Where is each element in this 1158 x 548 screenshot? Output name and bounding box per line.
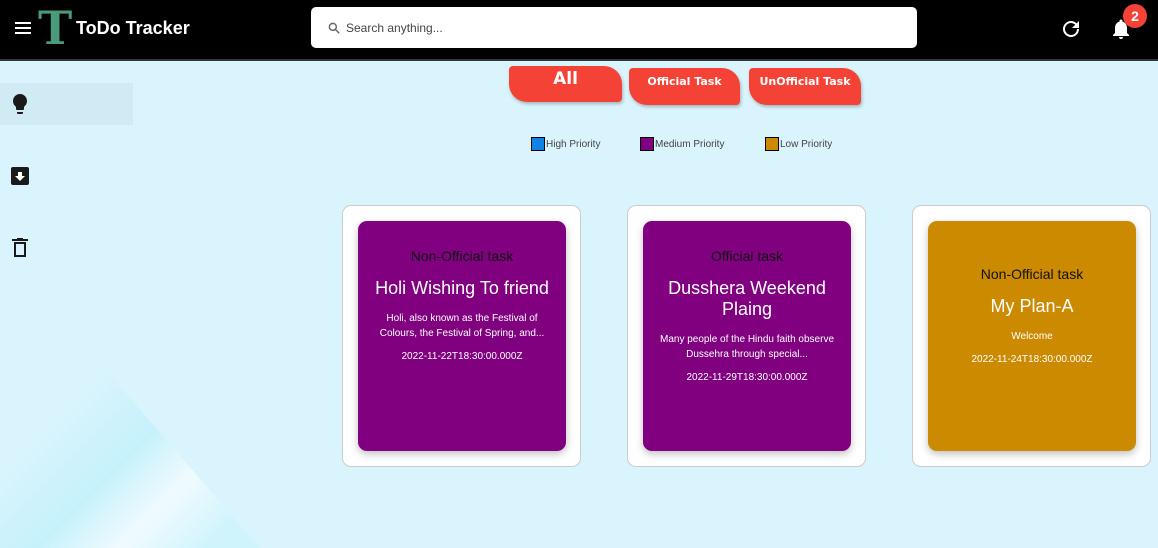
legend-medium-priority: Medium Priority bbox=[640, 137, 724, 151]
task-description: Many people of the Hindu faith observe D… bbox=[660, 334, 834, 360]
legend-swatch bbox=[640, 137, 654, 151]
lightbulb-icon bbox=[13, 94, 27, 114]
sidebar-item-trash[interactable] bbox=[0, 227, 133, 269]
task-type: Non-Official task bbox=[410, 248, 514, 264]
legend-swatch bbox=[765, 137, 779, 151]
task-title: My Plan-A bbox=[990, 296, 1074, 316]
sidebar-item-notes[interactable] bbox=[0, 83, 133, 125]
task-card[interactable]: Official task Dusshera Weekend Plaing Ma… bbox=[627, 205, 866, 467]
logo: T bbox=[38, 1, 73, 55]
task-card-body: Non-Official task My Plan-A Welcome 2022… bbox=[928, 221, 1136, 451]
legend-swatch bbox=[531, 137, 545, 151]
search-box[interactable] bbox=[311, 7, 917, 48]
refresh-icon[interactable] bbox=[1059, 17, 1083, 41]
app-title: ToDo Tracker bbox=[76, 18, 190, 38]
task-description: Holi, also known as the Festival of Colo… bbox=[379, 313, 545, 339]
task-date: 2022-11-22T18:30:00.000Z bbox=[401, 351, 523, 362]
task-date: 2022-11-24T18:30:00.000Z bbox=[971, 354, 1093, 365]
legend-low-priority: Low Priority bbox=[765, 137, 832, 151]
task-card[interactable]: Non-Official task My Plan-A Welcome 2022… bbox=[912, 205, 1151, 467]
task-title: Holi Wishing To friend bbox=[375, 278, 549, 298]
legend-high-priority: High Priority bbox=[531, 137, 600, 151]
task-title: Dusshera Weekend Plaing bbox=[668, 278, 826, 319]
search-input[interactable] bbox=[346, 20, 886, 35]
tab-unofficial-task[interactable]: UnOfficial Task bbox=[749, 68, 861, 105]
task-date: 2022-11-29T18:30:00.000Z bbox=[686, 372, 808, 383]
task-type: Official task bbox=[710, 248, 784, 264]
task-card-body: Non-Official task Holi Wishing To friend… bbox=[358, 221, 566, 451]
task-type: Non-Official task bbox=[980, 266, 1084, 282]
tab-all[interactable]: All bbox=[509, 66, 622, 102]
background-decoration bbox=[0, 248, 260, 548]
trash-icon bbox=[12, 238, 28, 257]
sidebar-item-archive[interactable] bbox=[0, 155, 133, 197]
top-bar: T ToDo Tracker 2 bbox=[0, 0, 1158, 61]
archive-icon bbox=[11, 167, 29, 185]
tab-official-task[interactable]: Official Task bbox=[629, 68, 740, 105]
task-description: Welcome bbox=[1011, 331, 1053, 342]
notification-badge: 2 bbox=[1123, 4, 1147, 28]
search-icon bbox=[328, 22, 340, 34]
task-card-body: Official task Dusshera Weekend Plaing Ma… bbox=[643, 221, 851, 451]
menu-icon[interactable] bbox=[15, 22, 31, 34]
legend-label: High Priority bbox=[546, 138, 601, 150]
legend-label: Medium Priority bbox=[655, 138, 725, 150]
legend-label: Low Priority bbox=[780, 138, 833, 150]
task-card[interactable]: Non-Official task Holi Wishing To friend… bbox=[342, 205, 581, 467]
